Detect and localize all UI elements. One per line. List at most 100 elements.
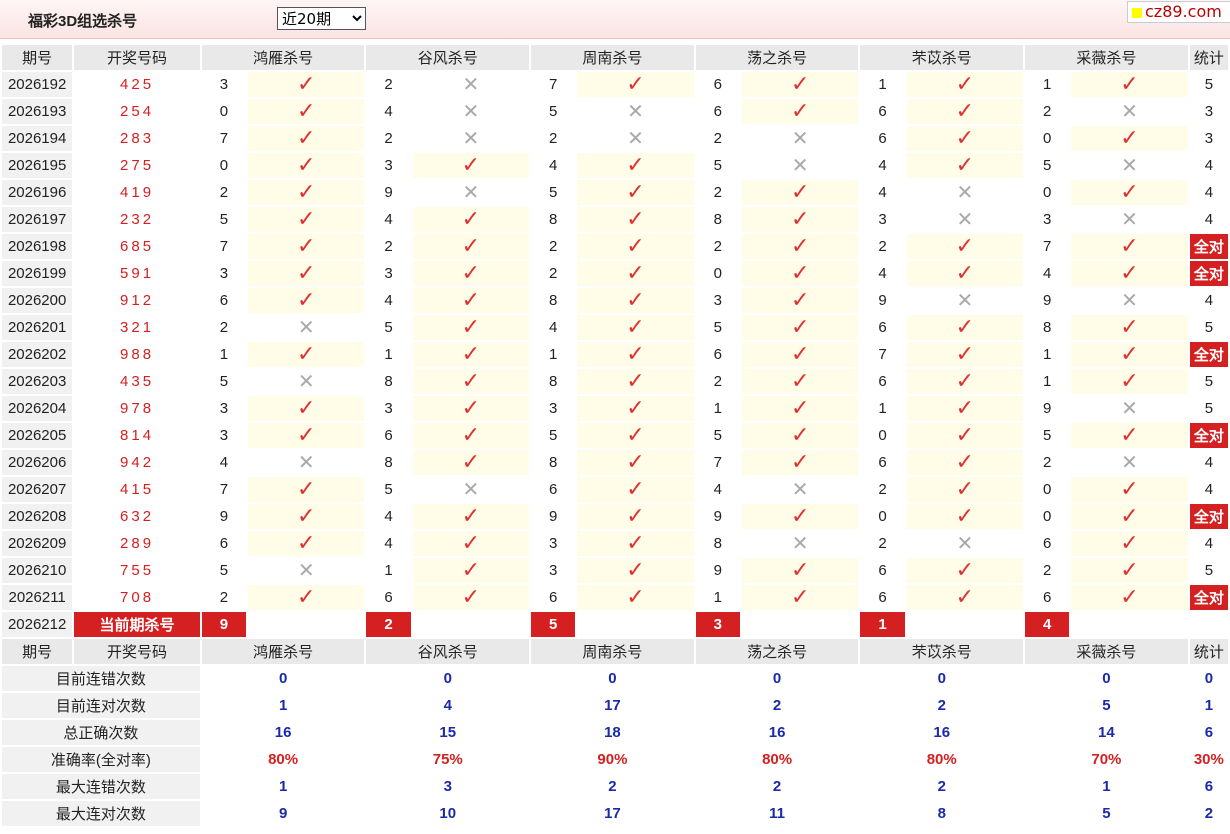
draw-number-cell: 321 [74,315,200,342]
summary-value: 18 [531,720,694,747]
check-icon: ✓ [790,261,810,285]
check-icon: ✓ [626,342,645,366]
kill-number-cell: 1 [1025,72,1070,99]
kill-number-cell: 6 [860,558,905,585]
result-cell: ✓ [247,72,365,99]
current-kill-number: 3 [695,612,740,639]
result-cell: ✓ [1071,477,1188,504]
kill-number-cell: 2 [695,180,740,207]
period-cell: 2026193 [2,99,73,126]
result-cell: ✓ [1071,234,1188,261]
check-icon: ✓ [626,585,645,609]
result-cell: ✓ [577,504,694,531]
site-logo[interactable]: cz89.com [1127,1,1230,23]
result-cell: ✓ [412,153,530,180]
check-icon: ✓ [1120,585,1139,609]
kill-number-cell: 6 [531,477,576,504]
check-icon: ✓ [461,342,481,366]
kill-number-cell: 3 [201,261,246,288]
kill-number-cell: 1 [860,396,905,423]
check-icon: ✓ [955,99,975,123]
result-cell: ✓ [741,288,859,315]
check-icon: ✓ [626,369,645,393]
result-cell: ✓ [247,288,365,315]
column-header-expert: 芣苡杀号 [860,639,1024,666]
summary-header: 期号 开奖号码 鸿雁杀号 谷风杀号 周南杀号 荡之杀号 芣苡杀号 采薇杀号 统计 [2,639,1228,666]
summary-value: 70% [1025,747,1188,774]
result-cell: ✓ [247,477,365,504]
check-icon: ✓ [296,423,316,447]
column-header-expert: 谷风杀号 [366,45,530,72]
column-header-stat: 统计 [1189,45,1228,72]
cross-icon: ✕ [297,451,315,474]
kill-number-cell: 4 [531,315,576,342]
table-row: 2026194 283 7 ✓ 2 ✕ 2 ✕ 2 ✕ 6 ✓ 0 ✓ 3 [2,126,1228,153]
kill-number-cell: 3 [366,153,411,180]
result-cell: ✕ [1071,99,1188,126]
period-range-select[interactable]: 近20期 [277,7,366,30]
cross-icon: ✕ [1121,100,1138,123]
result-cell: ✓ [741,72,859,99]
result-cell: ✓ [577,342,694,369]
table-row: 2026207 415 7 ✓ 5 ✕ 6 ✓ 4 ✕ 2 ✓ 0 ✓ 4 [2,477,1228,504]
kill-number-cell: 1 [860,72,905,99]
table-row: 2026192 425 3 ✓ 2 ✕ 7 ✓ 6 ✓ 1 ✓ 1 ✓ 5 [2,72,1228,99]
draw-number-cell: 415 [74,477,200,504]
result-cell: ✕ [741,126,859,153]
check-icon: ✓ [1120,72,1139,96]
table-header: 期号 开奖号码 鸿雁杀号 谷风杀号 周南杀号 荡之杀号 芣苡杀号 采薇杀号 统计 [2,45,1228,72]
kill-number-cell: 7 [201,234,246,261]
kill-number-cell: 6 [860,585,905,612]
draw-number-cell: 988 [74,342,200,369]
result-cell: ✕ [412,126,530,153]
summary-value: 90% [531,747,694,774]
kill-number-cell: 8 [695,531,740,558]
period-cell: 2026202 [2,342,73,369]
check-icon: ✓ [955,72,975,96]
result-cell: ✓ [577,261,694,288]
result-cell: ✓ [906,99,1024,126]
check-icon: ✓ [296,477,316,501]
stat-cell: 4 [1189,288,1228,315]
top-bar: 福彩3D组选杀号 近20期 cz89.com [0,0,1230,39]
check-icon: ✓ [1120,261,1139,285]
kill-number-cell: 2 [860,234,905,261]
kill-number-cell: 4 [366,207,411,234]
kill-number-cell: 4 [366,531,411,558]
stat-cell: 5 [1189,396,1228,423]
summary-row: 目前连对次数 1 4 17 2 2 5 1 [2,693,1228,720]
logo-square-icon [1132,8,1142,18]
result-cell: ✓ [741,342,859,369]
check-icon: ✓ [461,585,481,609]
current-kill-blank [577,612,694,639]
kill-number-cell: 3 [201,396,246,423]
kill-number-cell: 5 [366,477,411,504]
result-cell: ✓ [741,261,859,288]
current-kill-blank [741,612,859,639]
result-cell: ✕ [412,72,530,99]
kill-number-cell: 3 [860,207,905,234]
draw-number-cell: 591 [74,261,200,288]
current-kill-blank [1071,612,1188,639]
stat-cell: 3 [1189,99,1228,126]
result-cell: ✓ [577,234,694,261]
current-kill-label: 当前期杀号 [74,612,200,639]
cross-icon: ✕ [462,478,480,501]
check-icon: ✓ [461,396,481,420]
check-icon: ✓ [790,72,810,96]
period-cell: 2026203 [2,369,73,396]
stat-cell: 5 [1189,369,1228,396]
check-icon: ✓ [296,261,316,285]
current-kill-number: 2 [366,612,411,639]
summary-value: 5 [1025,801,1188,828]
cross-icon: ✕ [627,100,644,123]
kill-number-cell: 0 [1025,504,1070,531]
result-cell: ✓ [412,585,530,612]
stat-cell: 5 [1189,558,1228,585]
kill-number-cell: 6 [366,585,411,612]
result-cell: ✕ [741,153,859,180]
summary-row: 最大连错次数 1 3 2 2 2 1 6 [2,774,1228,801]
kill-number-cell: 4 [531,153,576,180]
column-header-expert: 周南杀号 [531,45,694,72]
result-cell: ✓ [906,72,1024,99]
